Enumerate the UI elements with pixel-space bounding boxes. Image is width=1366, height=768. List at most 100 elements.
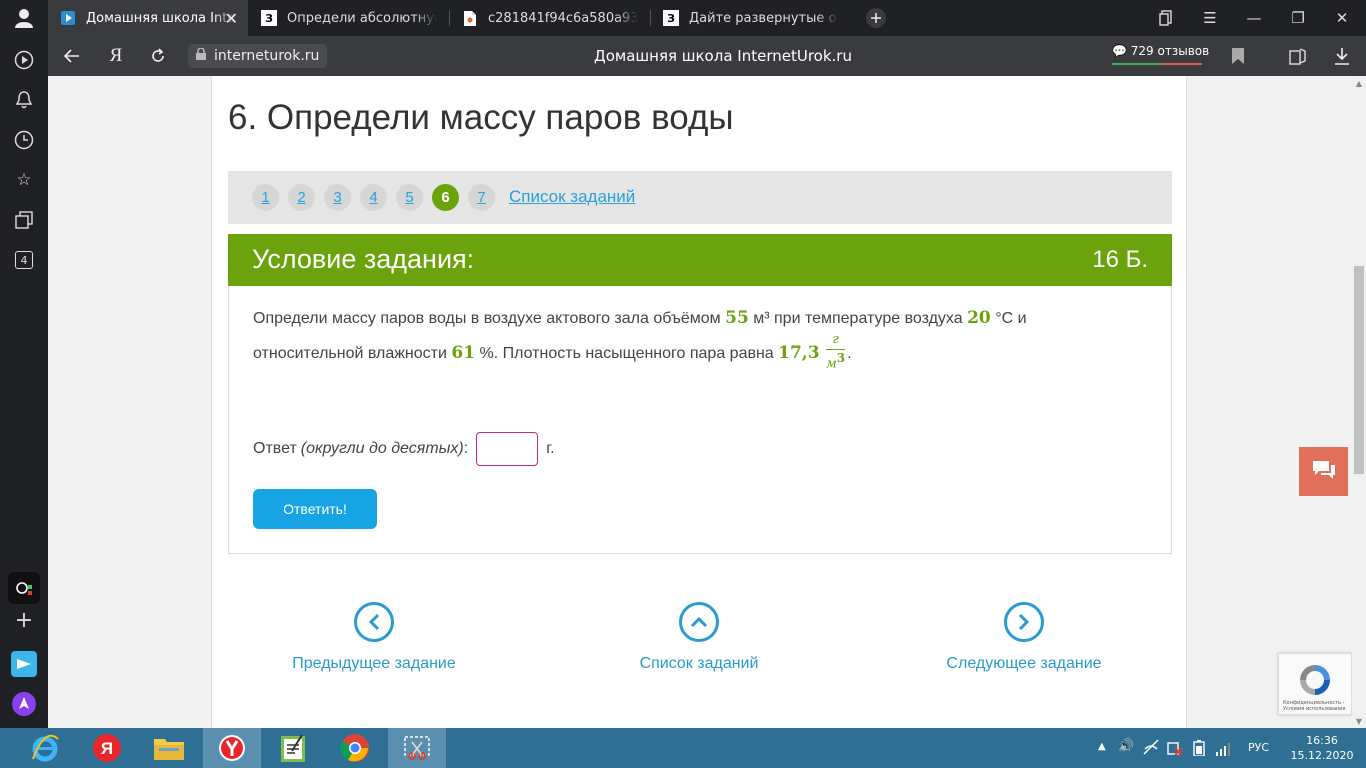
chrome-icon[interactable]: [326, 728, 384, 768]
badge-counter-icon[interactable]: 4: [8, 244, 40, 276]
signal-icon[interactable]: [1216, 741, 1232, 760]
browser-sidebar: ☆ 4 +: [0, 0, 48, 728]
tab-manager-icon[interactable]: [1144, 0, 1188, 36]
task-number-5[interactable]: 5: [396, 184, 423, 211]
rating-bar: [1112, 63, 1202, 65]
tab-znanija-1[interactable]: З Определи абсолютную вл: [249, 0, 449, 36]
task-number-nav: 1 2 3 4 5 6 7 Список заданий: [228, 171, 1172, 224]
task-list-nav[interactable]: Список заданий: [589, 602, 809, 673]
profile-icon[interactable]: [8, 2, 40, 34]
extensions-icon[interactable]: [1278, 36, 1318, 76]
battery-warning-icon[interactable]: [1167, 740, 1183, 760]
scrollbar-thumb[interactable]: [1354, 266, 1364, 474]
prev-task-label[interactable]: Предыдущее задание: [264, 655, 484, 673]
znanija-icon: З: [663, 10, 679, 26]
internet-explorer-icon[interactable]: [16, 728, 74, 768]
points-value: 16 Б.: [1092, 246, 1148, 273]
content-card: 6. Определи массу паров воды 1 2 3 4 5 6…: [211, 76, 1187, 728]
chevron-left-icon[interactable]: [354, 602, 394, 642]
chat-widget-button[interactable]: [1299, 447, 1348, 496]
tab-title: Дайте развернутые ответ: [689, 10, 839, 26]
window-close-icon[interactable]: ✕: [1320, 0, 1364, 36]
scroll-down-arrow-icon[interactable]: ▼: [1352, 714, 1366, 728]
recaptcha-text: Конфиденциальность - Условия использован…: [1283, 700, 1346, 712]
task-list-label[interactable]: Список заданий: [589, 655, 809, 673]
temperature-value: 20: [967, 308, 991, 328]
task-number-7[interactable]: 7: [468, 184, 495, 211]
minimize-icon[interactable]: —: [1232, 0, 1276, 36]
page-scrollbar[interactable]: ▲ ▼: [1352, 76, 1366, 728]
task-number-3[interactable]: 3: [324, 184, 351, 211]
tab-interneturok[interactable]: Домашняя школа InternetUrok ✕: [48, 0, 248, 36]
task-number-6-current[interactable]: 6: [432, 184, 459, 211]
yandex-icon[interactable]: Я: [78, 728, 136, 768]
yandex-logo-icon[interactable]: Я: [96, 36, 136, 76]
alice-widget-icon[interactable]: [8, 572, 40, 604]
download-icon[interactable]: [1322, 36, 1362, 76]
windows-taskbar: Я ▲ 🔊 РУС 16:36 15.12.2020: [0, 728, 1366, 768]
task-list-link[interactable]: Список заданий: [509, 187, 635, 207]
tab-znanija-2[interactable]: З Дайте развернутые ответ: [651, 0, 851, 36]
condition-text-line-2: относительной влажности 61 %. Плотность …: [253, 332, 852, 372]
task-number-1[interactable]: 1: [252, 184, 279, 211]
svg-text:Я: Я: [101, 739, 113, 758]
document-icon: [462, 10, 478, 26]
volume-icon[interactable]: 🔊: [1118, 739, 1134, 754]
chevron-right-icon[interactable]: [1004, 602, 1044, 642]
prev-task-nav[interactable]: Предыдущее задание: [264, 602, 484, 673]
submit-answer-button[interactable]: Ответить!: [253, 489, 377, 529]
menu-icon[interactable]: ☰: [1188, 0, 1232, 36]
back-arrow-icon[interactable]: [52, 36, 92, 76]
play-circle-icon[interactable]: [8, 44, 40, 76]
messenger-icon[interactable]: [8, 648, 40, 680]
condition-header: Условие задания: 16 Б.: [228, 234, 1172, 286]
notes-app-icon[interactable]: [264, 728, 322, 768]
new-tab-button[interactable]: [854, 0, 898, 36]
bell-icon[interactable]: [8, 84, 40, 116]
tab-title: Домашняя школа InternetUrok: [86, 10, 236, 26]
alice-assistant-icon[interactable]: [8, 688, 40, 720]
tab-title: Определи абсолютную вл: [287, 10, 437, 26]
next-task-label[interactable]: Следующее задание: [914, 655, 1134, 673]
scroll-up-arrow-icon[interactable]: ▲: [1352, 76, 1366, 90]
chat-bubbles-icon: [1311, 459, 1337, 485]
close-icon[interactable]: ✕: [225, 9, 238, 28]
task-number-2[interactable]: 2: [288, 184, 315, 211]
task-number-4[interactable]: 4: [360, 184, 387, 211]
reload-icon[interactable]: [138, 36, 178, 76]
play-icon: [60, 10, 76, 26]
language-indicator[interactable]: РУС: [1248, 741, 1269, 754]
reviews-badge[interactable]: 💬 729 отзывов: [1112, 44, 1210, 65]
clock[interactable]: 16:36 15.12.2020: [1289, 733, 1355, 763]
add-panel-icon[interactable]: +: [8, 604, 40, 636]
answer-label: Ответ: [253, 440, 297, 457]
chevron-up-icon[interactable]: [679, 602, 719, 642]
speech-bubble-icon: 💬: [1112, 44, 1127, 58]
next-task-nav[interactable]: Следующее задание: [914, 602, 1134, 673]
snipping-tool-icon[interactable]: [388, 728, 446, 768]
answer-input[interactable]: [476, 432, 539, 466]
recaptcha-icon: [1297, 662, 1333, 702]
recaptcha-badge[interactable]: Конфиденциальность - Условия использован…: [1278, 653, 1352, 715]
density-value: 17,3: [778, 342, 820, 363]
lock-icon: [196, 47, 206, 64]
url-field[interactable]: interneturok.ru: [188, 44, 328, 68]
history-icon[interactable]: [8, 124, 40, 156]
url-domain: interneturok.ru: [214, 48, 320, 64]
yandex-browser-icon[interactable]: [203, 728, 261, 768]
bookmark-icon[interactable]: [1218, 36, 1258, 76]
tab-document[interactable]: c281841f94c6a580a932344: [450, 0, 650, 36]
star-icon[interactable]: ☆: [8, 164, 40, 196]
collections-icon[interactable]: [8, 204, 40, 236]
znanija-icon: З: [261, 10, 277, 26]
file-explorer-icon[interactable]: [140, 728, 198, 768]
restore-icon[interactable]: ❐: [1276, 0, 1320, 36]
condition-text-line-1: Определи массу паров воды в воздухе акто…: [253, 308, 1027, 328]
humidity-value: 61: [451, 342, 476, 363]
battery-icon[interactable]: [1192, 740, 1206, 760]
tray-expand-icon[interactable]: ▲: [1098, 741, 1106, 752]
network-icon[interactable]: [1143, 739, 1159, 759]
reviews-count: 729 отзывов: [1130, 44, 1210, 58]
answer-hint: (округли до десятых): [300, 440, 464, 457]
density-unit-fraction: г м3: [826, 332, 846, 372]
